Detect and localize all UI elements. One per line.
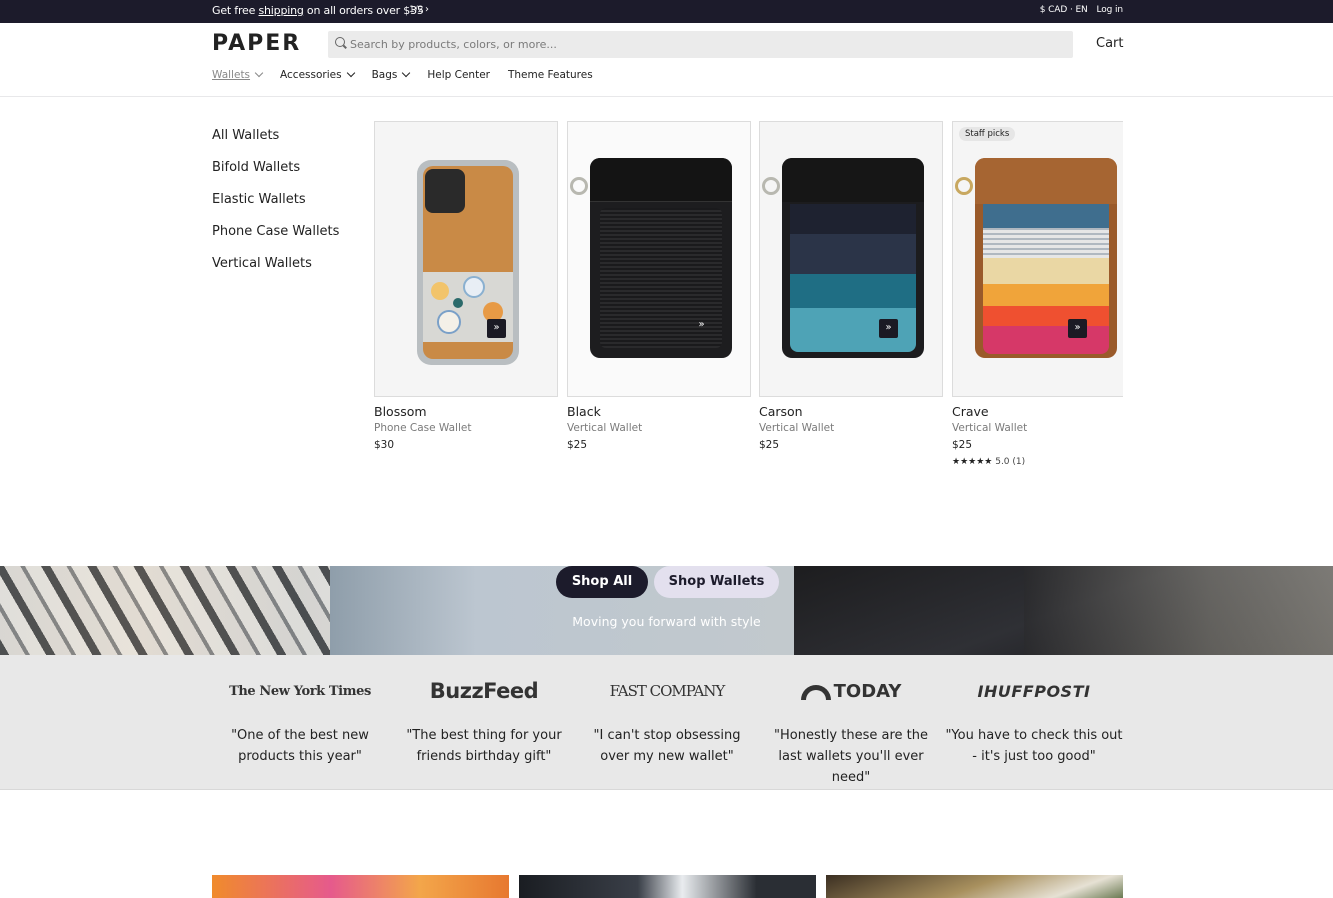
press-quote: "Honestly these are the last wallets you… (774, 728, 928, 785)
banner-tagline: Moving you forward with style (572, 614, 761, 629)
fast-company-logo: FAST COMPANY (609, 682, 726, 700)
announcement-pager: 1/2 (409, 5, 424, 15)
submenu-item-elastic-wallets[interactable]: Elastic Wallets (212, 192, 339, 224)
announcement-message: Get free shipping on all orders over $35 (212, 4, 424, 17)
product-card[interactable]: Staff picks » Crave Vertical Wallet $25 … (952, 121, 1123, 467)
huffpost-logo: IHUFFPOSTI (977, 681, 1091, 701)
product-type: Vertical Wallet (567, 422, 643, 434)
site-header: PAPER Cart Wallets Accessories Bags Help… (0, 23, 1333, 97)
featured-products: » Blossom Phone Case Wallet $30 » Black … (374, 121, 1123, 481)
press-item: The New York Times "One of the best new … (210, 655, 390, 767)
keyring-icon (762, 177, 780, 195)
keyring-icon (955, 177, 973, 195)
submenu-item-bifold-wallets[interactable]: Bifold Wallets (212, 160, 339, 192)
staff-picks-badge: Staff picks (959, 127, 1016, 141)
product-price: $25 (952, 439, 973, 451)
chevron-down-icon (254, 68, 264, 78)
keyring-icon (570, 177, 588, 195)
announcement-bar: Get free shipping on all orders over $35… (0, 0, 1333, 23)
hero-banner: Shop All Shop Wallets Moving you forward… (0, 566, 1333, 655)
press-quote: "I can't stop obsessing over my new wall… (593, 728, 741, 764)
next-announcement-icon[interactable]: › (425, 4, 429, 15)
press-quote: "The best thing for your friends birthda… (406, 728, 562, 764)
product-rating: ★★★★★ 5.0 (1) (952, 457, 1123, 467)
product-image[interactable]: » (567, 121, 751, 397)
shop-all-button[interactable]: Shop All (556, 566, 648, 598)
currency-language-selector[interactable]: $ CAD · EN (1040, 5, 1088, 15)
product-image[interactable]: Staff picks » (952, 121, 1123, 397)
product-name[interactable]: Crave (952, 404, 1123, 419)
chevron-down-icon (346, 68, 355, 78)
product-type: Vertical Wallet (759, 422, 835, 434)
collection-thumbnail[interactable] (212, 875, 509, 898)
product-card[interactable]: » Blossom Phone Case Wallet $30 (374, 121, 558, 451)
carson-wallet-image (782, 158, 924, 358)
rating-value: 5.0 (995, 457, 1010, 467)
press-item: FAST COMPANY "I can't stop obsessing ove… (577, 655, 757, 767)
search-icon (335, 37, 345, 47)
product-price: $25 (759, 439, 780, 451)
nav-item-help-center[interactable]: Help Center (427, 69, 490, 81)
collection-thumbnail[interactable] (826, 875, 1123, 898)
product-card[interactable]: » Black Vertical Wallet $25 (567, 121, 751, 451)
chevron-down-icon (402, 68, 411, 78)
product-card[interactable]: » Carson Vertical Wallet $25 (759, 121, 943, 451)
press-quote: "You have to check this out - it's just … (945, 728, 1123, 764)
nav-item-wallets[interactable]: Wallets (212, 68, 264, 81)
quick-view-icon[interactable]: » (487, 319, 506, 338)
today-rainbow-icon (800, 684, 831, 700)
shop-wallets-button[interactable]: Shop Wallets (654, 566, 779, 598)
press-section: The New York Times "One of the best new … (0, 655, 1333, 790)
press-item: IHUFFPOSTI "You have to check this out -… (944, 655, 1124, 767)
submenu-item-all-wallets[interactable]: All Wallets (212, 128, 339, 160)
press-quote: "One of the best new products this year" (231, 728, 369, 764)
wallets-submenu: All Wallets Bifold Wallets Elastic Walle… (212, 128, 339, 288)
product-price: $25 (567, 439, 588, 451)
shipping-link[interactable]: shipping (259, 4, 304, 17)
review-count: (1) (1012, 457, 1026, 467)
crave-wallet-image (975, 158, 1117, 358)
site-logo[interactable]: PAPER (212, 31, 301, 56)
collection-thumbnail[interactable] (519, 875, 816, 898)
login-link[interactable]: Log in (1096, 5, 1123, 15)
banner-image-right (794, 566, 1333, 655)
search-bar[interactable] (328, 31, 1073, 58)
nyt-logo: The New York Times (229, 683, 371, 699)
press-item: TODAY "Honestly these are the last walle… (761, 655, 941, 788)
press-item: BuzzFeed "The best thing for your friend… (394, 655, 574, 767)
submenu-item-phone-case-wallets[interactable]: Phone Case Wallets (212, 224, 339, 256)
today-logo: TODAY (761, 655, 941, 727)
nav-item-bags[interactable]: Bags (372, 68, 411, 81)
product-name[interactable]: Carson (759, 404, 943, 419)
product-name[interactable]: Black (567, 404, 751, 419)
product-name[interactable]: Blossom (374, 404, 558, 419)
search-input[interactable] (350, 31, 1050, 58)
product-type: Vertical Wallet (952, 422, 1028, 434)
quick-view-icon[interactable]: » (1068, 319, 1087, 338)
product-price: $30 (374, 439, 395, 451)
quick-view-icon[interactable]: » (692, 316, 711, 335)
nav-item-theme-features[interactable]: Theme Features (508, 69, 593, 81)
quick-view-icon[interactable]: » (879, 319, 898, 338)
product-type: Phone Case Wallet (374, 422, 472, 434)
nav-item-accessories[interactable]: Accessories (280, 68, 355, 81)
star-rating-icon: ★★★★★ (952, 457, 993, 467)
buzzfeed-logo: BuzzFeed (429, 679, 539, 703)
product-image[interactable]: » (374, 121, 558, 397)
cart-link[interactable]: Cart (1096, 36, 1124, 51)
submenu-item-vertical-wallets[interactable]: Vertical Wallets (212, 256, 339, 288)
main-nav: Wallets Accessories Bags Help Center The… (212, 68, 611, 81)
product-image[interactable]: » (759, 121, 943, 397)
